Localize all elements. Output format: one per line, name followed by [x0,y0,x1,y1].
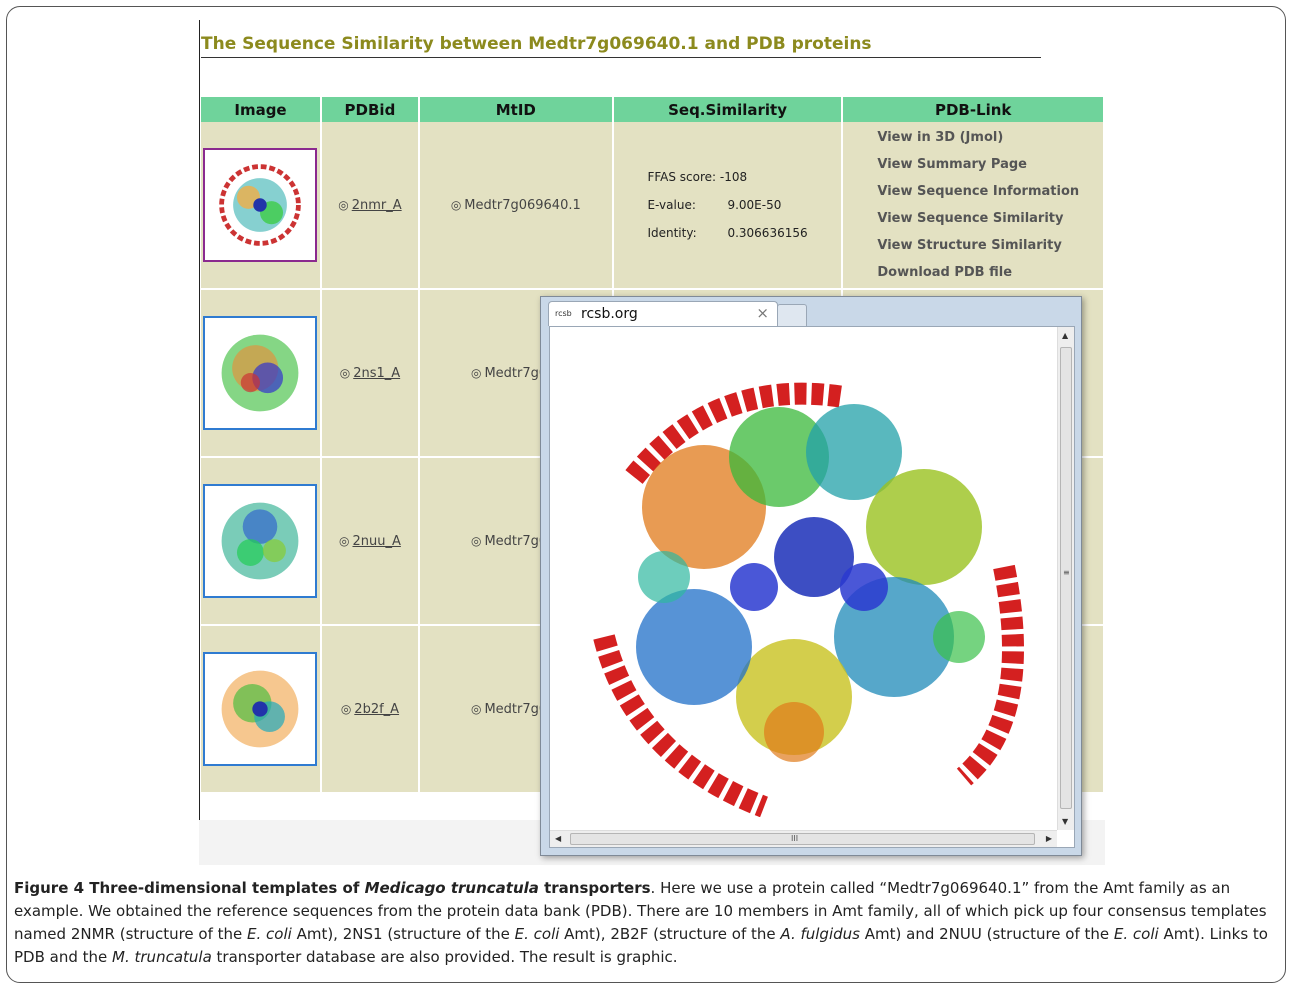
caption-text: Amt) and 2NUU (structure of the [859,925,1114,943]
link-download-pdb[interactable]: Download PDB file [877,259,1103,286]
pdbid-link[interactable]: 2b2f_A [354,702,399,717]
caption-title: Three-dimensional templates of Medicago … [89,879,650,897]
close-icon[interactable]: × [756,304,769,322]
ffas-label: FFAS score: [647,170,717,184]
page-heading: The Sequence Similarity between Medtr7g0… [201,34,872,54]
left-rule [199,20,200,820]
scroll-grip-icon: III [791,834,799,843]
caption-text: Amt), 2B2F (structure of the [559,925,781,943]
pdbid-link[interactable]: 2ns1_A [353,366,400,381]
heading-underline [201,57,1041,58]
link-view-3d[interactable]: View in 3D (Jmol) [877,124,1103,151]
col-header-pdbid: PDBid [320,97,420,122]
caption-title-a: Three-dimensional templates of [89,879,365,897]
caption-species: Medicago truncatula [364,879,539,897]
popup-content: ▲ ≡ ▼ ◀ III ▶ [549,326,1075,848]
radio-icon[interactable]: ◎ [471,702,481,716]
link-structure-similarity[interactable]: View Structure Similarity [877,232,1103,259]
protein-structure-icon [222,502,299,580]
new-tab-button[interactable] [777,304,807,326]
caption-italic: E. coli [514,925,560,943]
radio-icon[interactable]: ◎ [451,198,461,212]
protein-thumbnail[interactable] [203,484,318,598]
link-sequence-similarity[interactable]: View Sequence Similarity [877,205,1103,232]
identity-label: Identity: [647,226,697,240]
similarity-block: FFAS score: -108 E-value: 9.00E-50 Identi… [647,163,807,247]
figure-caption: Figure 4 Three-dimensional templates of … [14,877,1276,969]
protein-3d-structure-icon [593,382,1024,817]
pdb-links: View in 3D (Jmol) View Summary Page View… [843,124,1103,286]
protein-thumbnail[interactable] [203,316,318,430]
site-favicon: rcsb [555,309,572,318]
radio-icon[interactable]: ◎ [339,534,349,548]
identity-value: 0.306636156 [727,226,808,240]
evalue-value: 9.00E-50 [727,198,782,212]
radio-icon[interactable]: ◎ [340,366,350,380]
col-header-pdb-link: PDB-Link [842,97,1105,122]
vertical-scrollbar[interactable]: ▲ ≡ ▼ [1057,327,1074,830]
scroll-left-icon[interactable]: ◀ [555,834,561,843]
caption-italic: M. truncatula [112,948,212,966]
protein-thumbnail[interactable] [203,652,318,766]
protein-structure-icon [222,670,299,748]
table-row: ◎ 2nmr_A ◎ Medtr7g069640.1 FFAS score: -10… [201,122,1105,290]
pdbid-link[interactable]: 2nmr_A [352,198,402,213]
link-summary-page[interactable]: View Summary Page [877,151,1103,178]
radio-icon[interactable]: ◎ [338,198,348,212]
protein-thumbnail[interactable] [203,148,318,262]
pdbid-link[interactable]: 2nuu_A [352,534,400,549]
radio-icon[interactable]: ◎ [471,534,481,548]
evalue-label: E-value: [647,198,696,212]
col-header-seq-similarity: Seq.Similarity [612,97,844,122]
link-sequence-info[interactable]: View Sequence Information [877,178,1103,205]
caption-italic: E. coli [1113,925,1159,943]
radio-icon[interactable]: ◎ [471,366,481,380]
horizontal-scrollbar[interactable]: ◀ III ▶ [550,830,1057,847]
caption-title-b: transporters [538,879,651,897]
scroll-up-icon[interactable]: ▲ [1062,331,1068,340]
table-header-row: Image PDBid MtID Seq.Similarity PDB-Link [201,97,1105,122]
scroll-down-icon[interactable]: ▼ [1062,817,1068,826]
col-header-image: Image [201,97,322,122]
protein-structure-icon [222,334,299,412]
mtid-value: Medtr7g069640.1 [464,197,581,213]
radio-icon[interactable]: ◎ [341,702,351,716]
vertical-scroll-thumb[interactable]: ≡ [1060,347,1072,809]
scroll-right-icon[interactable]: ▶ [1046,834,1052,843]
col-header-mtid: MtID [418,97,614,122]
browser-popup-window: rcsb rcsb.org × ▲ ≡ ▼ ◀ III ▶ [540,296,1082,856]
caption-text: Amt), 2NS1 (structure of the [291,925,515,943]
protein-structure-icon [219,164,302,246]
caption-italic: E. coli [247,925,292,943]
caption-figure-number: Figure 4 [14,879,90,897]
caption-italic: A. fulgidus [780,925,860,943]
caption-text: transporter database are also provided. … [211,948,678,966]
browser-tab[interactable]: rcsb rcsb.org × [548,301,778,326]
ffas-value: -108 [719,170,748,184]
tab-title: rcsb.org [581,306,638,322]
horizontal-scroll-thumb[interactable]: III [570,833,1035,845]
scroll-grip-icon: ≡ [1063,568,1070,577]
